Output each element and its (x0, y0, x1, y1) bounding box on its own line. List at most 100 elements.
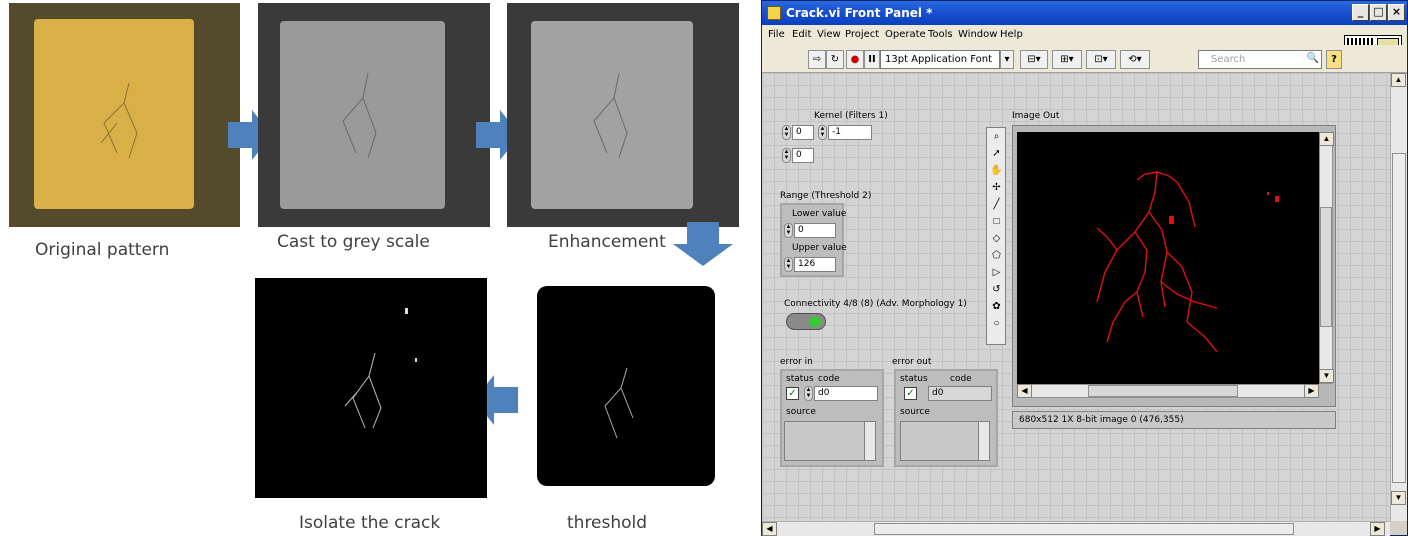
freehand-region-icon[interactable]: ▷ (989, 266, 1004, 281)
menu-project[interactable]: Project (845, 29, 879, 40)
kernel-label: Kernel (Filters 1) (814, 111, 888, 121)
horizontal-scroll-thumb[interactable] (1088, 385, 1238, 397)
upper-value-label: Upper value (792, 243, 847, 253)
point-icon[interactable]: ✢ (989, 181, 1004, 196)
connectivity-label: Connectivity 4/8 (8) (Adv. Morphology 1) (784, 299, 967, 309)
caption-original: Original pattern (35, 240, 170, 260)
panel-scroll-left-button[interactable]: ◀ (762, 522, 777, 536)
error-in-source-textbox[interactable] (784, 421, 876, 461)
image-vertical-scrollbar[interactable]: ▲ ▼ (1319, 132, 1334, 384)
greyscale-image (258, 3, 490, 227)
error-out-cluster: status code ✓ d0 source (894, 369, 998, 467)
error-out-source-textbox (900, 421, 990, 461)
error-in-source-scrollbar[interactable] (864, 422, 875, 460)
rectangle-icon[interactable]: □ (989, 215, 1004, 230)
connectivity-toggle[interactable] (786, 313, 826, 330)
lower-value-input[interactable]: 0 (794, 223, 836, 238)
panel-hscroll-thumb[interactable] (874, 523, 1294, 535)
image-out-label: Image Out (1012, 111, 1060, 121)
error-in-code-label: code (818, 374, 840, 384)
help-button[interactable]: ? (1326, 50, 1342, 69)
font-dropdown-button[interactable]: ▾ (1000, 50, 1014, 69)
panel-scroll-right-button[interactable]: ▶ (1370, 522, 1385, 536)
run-continuous-button[interactable]: ↻ (826, 50, 844, 69)
menu-edit[interactable]: Edit (792, 29, 811, 40)
line-icon[interactable]: ╱ (989, 198, 1004, 213)
image-display-frame: ▲ ▼ ◀ ▶ (1012, 125, 1336, 407)
lower-value-stepper[interactable]: ▲ ▼ (784, 223, 793, 238)
close-button[interactable]: × (1388, 4, 1405, 21)
pointer-icon[interactable]: ➚ (989, 147, 1004, 162)
panel-vscroll-thumb[interactable] (1392, 153, 1406, 483)
panel-horizontal-scrollbar[interactable]: ◀ ▶ (762, 521, 1390, 536)
upper-value-input[interactable]: 126 (794, 257, 836, 272)
threshold-image (509, 278, 739, 498)
kernel-value[interactable]: -1 (828, 125, 872, 140)
menu-help[interactable]: Help (1000, 29, 1023, 40)
error-out-status-label: status (900, 374, 928, 384)
arrow-down-icon (673, 222, 733, 266)
image-info-text: 680x512 1X 8-bit image 0 (476,355) (1019, 415, 1184, 425)
maximize-button[interactable]: □ (1370, 4, 1387, 21)
pause-button[interactable]: II (864, 50, 880, 69)
pipeline-figure: Original pattern Cast to grey scale Enha… (0, 0, 760, 536)
vi-icon (767, 6, 781, 20)
freehand-line-icon[interactable]: ↺ (989, 283, 1004, 298)
image-horizontal-scrollbar[interactable]: ◀ ▶ (1017, 384, 1319, 398)
error-in-code-input[interactable]: d0 (814, 386, 878, 401)
upper-value-stepper[interactable]: ▲ ▼ (784, 257, 793, 272)
kernel-row-index-stepper[interactable]: ▲ ▼ (782, 125, 791, 140)
scroll-down-button[interactable]: ▼ (1319, 369, 1334, 383)
window-titlebar[interactable]: Crack.vi Front Panel * _ □ × (762, 1, 1407, 25)
pan-hand-icon[interactable]: ✋ (989, 164, 1004, 179)
window-title: Crack.vi Front Panel * (786, 6, 933, 20)
rotated-rect-icon[interactable]: ◇ (989, 232, 1004, 247)
annulus-icon[interactable]: ✿ (989, 300, 1004, 315)
menu-view[interactable]: View (817, 29, 841, 40)
oval-icon[interactable]: ○ (989, 317, 1004, 332)
lower-value-label: Lower value (792, 209, 847, 219)
image-tools-palette: ⌕ ➚ ✋ ✢ ╱ □ ◇ ⬠ ▷ ↺ ✿ ○ (986, 127, 1006, 345)
panel-vertical-scrollbar[interactable]: ▲ ▼ (1390, 73, 1407, 521)
scroll-right-button[interactable]: ▶ (1304, 384, 1319, 398)
kernel-row-index[interactable]: 0 (792, 125, 814, 140)
resize-button[interactable]: ⊡▾ (1086, 50, 1116, 69)
zoom-icon[interactable]: ⌕ (989, 130, 1004, 145)
image-out-display[interactable] (1017, 132, 1319, 384)
run-button[interactable]: ⇨ (808, 50, 826, 69)
kernel-col-index[interactable]: 0 (792, 148, 814, 163)
error-in-status-label: status (786, 374, 814, 384)
menu-file[interactable]: File (768, 29, 785, 40)
minimize-button[interactable]: _ (1352, 4, 1369, 21)
kernel-col-index-stepper[interactable]: ▲ ▼ (782, 148, 791, 163)
error-in-cluster: status code ✓ ▲ ▼ d0 source (780, 369, 884, 467)
kernel-value-stepper[interactable]: ▲ ▼ (818, 125, 827, 140)
error-out-source-label: source (900, 407, 930, 417)
abort-button[interactable]: ● (846, 50, 864, 69)
range-label: Range (Threshold 2) (780, 191, 872, 201)
menu-window[interactable]: Window (958, 29, 997, 40)
scroll-left-button[interactable]: ◀ (1017, 384, 1032, 398)
error-in-code-stepper[interactable]: ▲ ▼ (804, 386, 813, 401)
error-out-label: error out (892, 357, 932, 367)
polygon-icon[interactable]: ⬠ (989, 249, 1004, 264)
error-out-source-scrollbar[interactable] (978, 422, 989, 460)
error-out-code-display: d0 (928, 386, 992, 401)
crack-image (1096, 171, 1279, 353)
menu-tools[interactable]: Tools (928, 29, 953, 40)
error-in-status-checkbox[interactable]: ✓ (786, 387, 799, 400)
error-out-code-label: code (950, 374, 972, 384)
panel-scroll-down-button[interactable]: ▼ (1391, 491, 1406, 505)
font-select[interactable]: 13pt Application Font (880, 50, 1000, 69)
connectivity-led (809, 317, 821, 327)
isolated-crack-image (255, 278, 487, 498)
menu-operate[interactable]: Operate (885, 29, 926, 40)
distribute-button[interactable]: ⊞▾ (1052, 50, 1082, 69)
panel-scroll-up-button[interactable]: ▲ (1391, 73, 1406, 87)
vertical-scroll-thumb[interactable] (1320, 207, 1332, 327)
align-button[interactable]: ⊟▾ (1020, 50, 1048, 69)
menu-bar: File Edit View Project Operate Tools Win… (762, 25, 1407, 63)
scroll-up-button[interactable]: ▲ (1319, 132, 1334, 146)
reorder-button[interactable]: ⟲▾ (1120, 50, 1150, 69)
search-icon[interactable]: 🔍 (1304, 50, 1322, 69)
